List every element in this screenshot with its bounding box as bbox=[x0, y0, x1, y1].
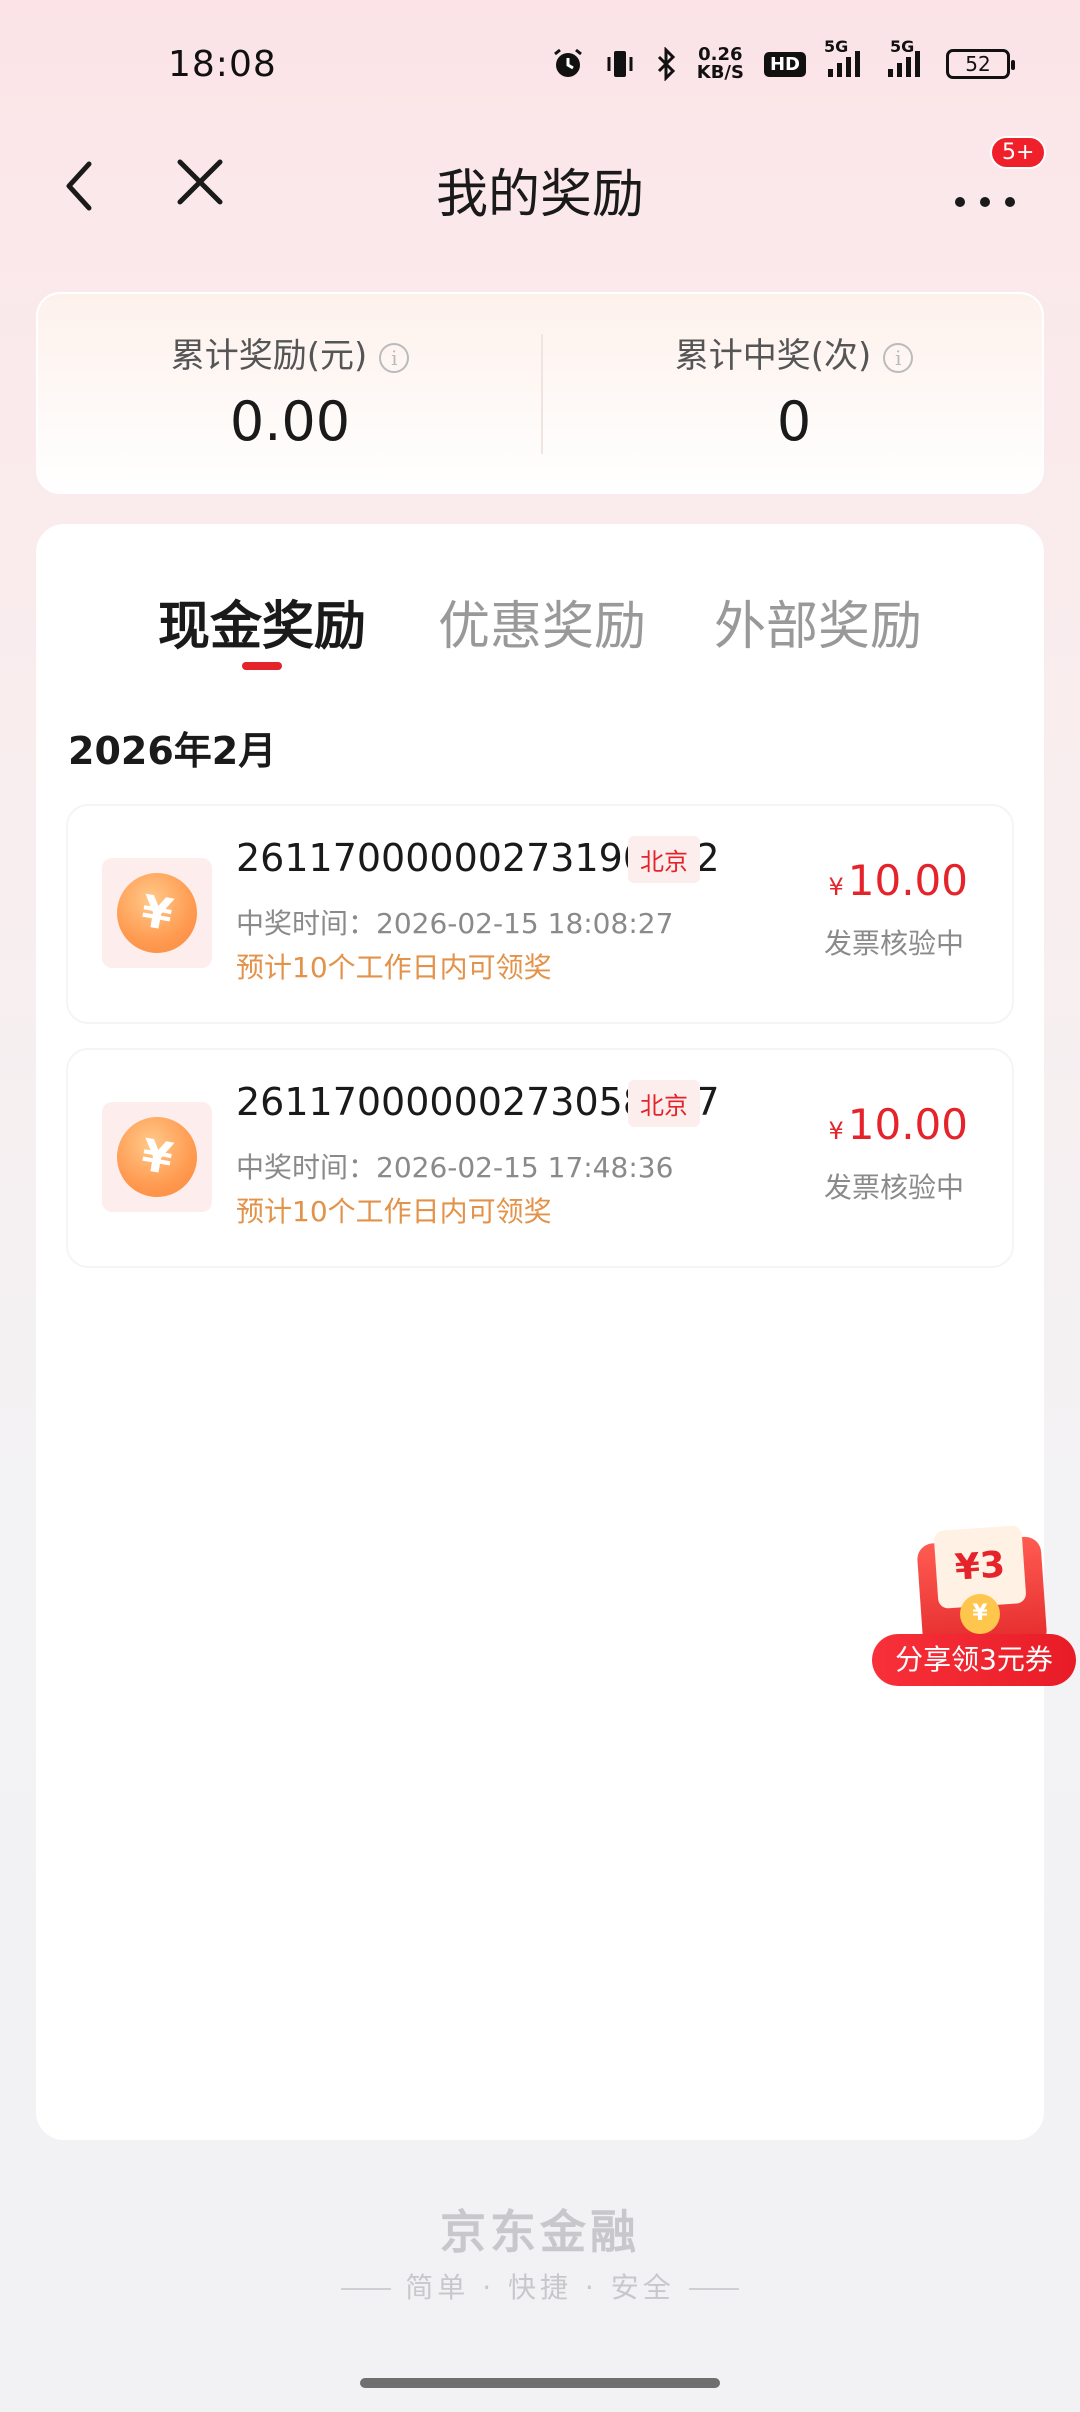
total-reward-stat: 累计奖励(元) i 0.00 bbox=[38, 294, 542, 496]
record-note: 预计10个工作日内可领奖 bbox=[236, 951, 552, 984]
yen-coin-icon: ¥ bbox=[110, 1110, 204, 1204]
more-button[interactable] bbox=[950, 160, 1020, 220]
vibrate-icon bbox=[605, 47, 635, 81]
reward-record[interactable]: ¥ 26117000000273058177 北京 中奖时间：2026-02-1… bbox=[68, 1050, 1012, 1266]
signal-icon-1: 5G bbox=[824, 37, 866, 79]
record-status: 发票核验中 bbox=[823, 927, 964, 960]
bluetooth-icon bbox=[655, 47, 677, 81]
month-header: 2026年2月 bbox=[68, 729, 277, 773]
total-reward-value: 0.00 bbox=[229, 390, 351, 453]
tab-external-rewards[interactable]: 外部奖励 bbox=[714, 584, 922, 659]
currency-symbol: ¥ bbox=[828, 1117, 844, 1145]
slogan-divider-left bbox=[341, 2288, 392, 2290]
signal-label-1: 5G bbox=[824, 37, 849, 56]
stats-card: 累计奖励(元) i 0.00 累计中奖(次) i 0 bbox=[36, 292, 1044, 494]
home-indicator[interactable] bbox=[360, 2378, 720, 2388]
share-coupon-widget[interactable]: ¥3 ¥ 分享领3元券 bbox=[868, 1525, 1080, 1688]
tab-cash-rewards[interactable]: 现金奖励 bbox=[158, 584, 366, 659]
notification-badge: 5+ bbox=[990, 136, 1047, 169]
slogan-text: 简单 · 快捷 · 安全 bbox=[405, 2271, 675, 2304]
page-title: 我的奖励 bbox=[435, 165, 644, 225]
status-time: 18:08 bbox=[168, 44, 277, 85]
rewards-list-card: 现金奖励 优惠奖励 外部奖励 2026年2月 ¥ 261170000002731… bbox=[36, 524, 1044, 2140]
total-reward-label: 累计奖励(元) i bbox=[38, 328, 542, 377]
record-note: 预计10个工作日内可领奖 bbox=[236, 1195, 552, 1228]
record-status: 发票核验中 bbox=[823, 1171, 964, 1204]
coin-icon: ¥ bbox=[960, 1594, 1000, 1634]
footer-brand: 京东金融 bbox=[440, 2205, 640, 2259]
reward-record[interactable]: ¥ 26117000000273190982 北京 中奖时间：2026-02-1… bbox=[68, 806, 1012, 1022]
city-tag: 北京 bbox=[628, 836, 700, 883]
record-time: 中奖时间：2026-02-15 18:08:27 bbox=[236, 907, 674, 940]
signal-label-2: 5G bbox=[890, 37, 915, 56]
battery-level: 52 bbox=[965, 52, 991, 76]
record-amount: ¥10.00 bbox=[828, 1100, 968, 1149]
amount-value: 10.00 bbox=[847, 1100, 968, 1149]
info-icon[interactable]: i bbox=[883, 342, 914, 373]
info-icon[interactable]: i bbox=[379, 342, 410, 373]
net-speed-unit: KB/S bbox=[696, 62, 744, 83]
status-bar: 18:08 0.26 KB/S HD 5G 5G 52 bbox=[0, 0, 1080, 130]
city-tag: 北京 bbox=[628, 1080, 700, 1127]
coin-icon-box: ¥ bbox=[102, 858, 212, 968]
net-speed: 0.26 KB/S bbox=[697, 46, 744, 82]
hd-badge: HD bbox=[763, 51, 806, 77]
active-tab-indicator bbox=[242, 662, 282, 670]
record-amount: ¥10.00 bbox=[828, 856, 968, 905]
signal-icon-2: 5G bbox=[886, 37, 926, 79]
tab-discount-rewards[interactable]: 优惠奖励 bbox=[438, 584, 646, 659]
currency-symbol: ¥ bbox=[828, 873, 844, 901]
reward-tabs: 现金奖励 优惠奖励 外部奖励 bbox=[36, 584, 1044, 664]
battery-icon: 52 bbox=[946, 49, 1015, 79]
more-dots-icon bbox=[955, 197, 1015, 207]
total-wins-label-text: 累计中奖(次) bbox=[674, 336, 872, 376]
amount-value: 10.00 bbox=[847, 856, 968, 905]
nav-bar: 我的奖励 bbox=[0, 140, 1080, 230]
coin-icon-box: ¥ bbox=[102, 1102, 212, 1212]
alarm-icon bbox=[551, 47, 585, 81]
yen-coin-icon: ¥ bbox=[110, 866, 204, 960]
slogan-divider-right bbox=[688, 2288, 739, 2290]
total-wins-stat: 累计中奖(次) i 0 bbox=[542, 294, 1046, 496]
total-wins-label: 累计中奖(次) i bbox=[542, 328, 1046, 377]
record-time: 中奖时间：2026-02-15 17:48:36 bbox=[236, 1151, 674, 1184]
share-coupon-button[interactable]: 分享领3元券 bbox=[872, 1634, 1076, 1686]
total-wins-value: 0 bbox=[776, 390, 812, 453]
status-icons: 0.26 KB/S HD 5G 5G 52 bbox=[551, 37, 1015, 82]
total-reward-label-text: 累计奖励(元) bbox=[170, 336, 368, 376]
footer-slogan: 简单 · 快捷 · 安全 bbox=[0, 2266, 1080, 2306]
